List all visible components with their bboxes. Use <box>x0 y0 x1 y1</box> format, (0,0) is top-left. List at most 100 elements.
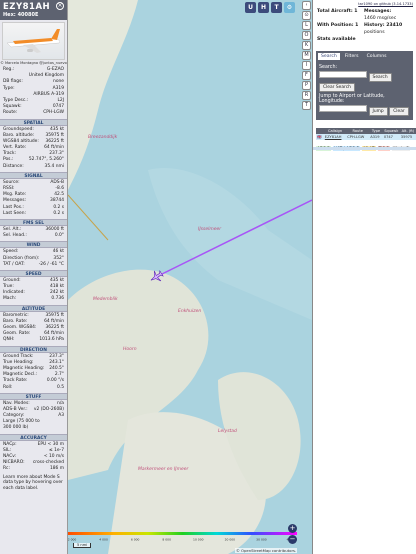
tab-columns[interactable]: Columns <box>364 53 390 60</box>
map-attribution[interactable]: © OpenStreetMap contributors. <box>235 548 298 553</box>
type-cell: A319 <box>369 134 383 140</box>
collapse-panel-button[interactable]: ‹ <box>302 1 311 10</box>
info-row: QNH: 1013.6 hPa <box>0 337 67 343</box>
stats-available[interactable]: Stats available <box>313 36 416 43</box>
toggle-l-button[interactable]: L <box>302 21 311 30</box>
toggle-m-button[interactable]: M <box>302 51 311 60</box>
info-footer: Learn more about Mode S data type by hov… <box>3 474 63 491</box>
toggle-o-button[interactable]: O <box>302 31 311 40</box>
info-value: 0.5 <box>57 384 64 390</box>
search-input[interactable] <box>319 71 367 78</box>
legend-tick: 6 000 <box>131 538 140 542</box>
info-row: Sel. Head.: 0.0° <box>0 233 67 239</box>
info-label: Last Seen: <box>3 210 26 216</box>
messages-value: 1460 msg/sec <box>364 16 397 21</box>
info-value: -26 / -61 °C <box>38 261 64 267</box>
info-value: 0.0° <box>54 233 64 239</box>
toggle-f-button[interactable]: F <box>302 71 311 80</box>
altitude-legend-svg: 2 0004 0006 0008 00010 00020 00030 00040… <box>68 532 300 542</box>
info-row: Distance: 35.4 nmi <box>0 164 67 170</box>
route-cell: CPH-LGW <box>346 134 370 140</box>
info-label: QNH: <box>3 337 15 343</box>
map-canvas[interactable]: Breezanddijk IJsselmeer Medemblik Enkhui… <box>68 0 312 554</box>
section-header-spatial: SPATIAL <box>0 118 67 126</box>
github-link[interactable]: tar1090 on github (3.14.1733) <box>313 0 416 8</box>
info-label: Distance: <box>3 163 24 169</box>
search-button[interactable]: Search <box>368 73 392 82</box>
info-value: 0.736 <box>51 296 64 302</box>
settings-gear-icon[interactable]: ⚙ <box>284 2 295 13</box>
section-header-stuff: STUFF <box>0 392 67 400</box>
zoom-out-button[interactable]: − <box>288 535 297 544</box>
clear-search-button[interactable]: Clear Search <box>319 83 355 92</box>
stats-row-1: Total Aircraft: 1 Messages: <box>313 8 416 15</box>
map-label: Lelystad <box>218 428 237 434</box>
info-label: Route: <box>3 110 18 116</box>
info-value: 0.2 s <box>53 210 64 216</box>
section-header-signal: SIGNAL <box>0 171 67 179</box>
horizontal-scrollbar[interactable] <box>313 147 416 150</box>
zoom-controls: + − <box>288 524 297 546</box>
basics-list: Reg.: G-EZAO United Kingdom DB flags: none Ty… <box>0 67 67 117</box>
photo-credit: © Marcelo Montagna @juntos_nuevo <box>0 61 67 65</box>
toggle-t-button[interactable]: T <box>271 2 282 13</box>
section-header-altitude: ALTITUDE <box>0 304 67 312</box>
tab-filters[interactable]: Filters <box>342 53 362 60</box>
altitude-legend: 2 0004 0006 0008 00010 00020 00030 00040… <box>68 532 300 542</box>
map-vertical-toolbar: ‹ ⊙ L O K M I F P R T <box>301 0 312 554</box>
zoom-in-button[interactable]: + <box>288 524 297 533</box>
history-value: positions <box>364 30 385 35</box>
toggle-r-button[interactable]: R <box>302 91 311 100</box>
airplane-photo-image <box>6 29 60 53</box>
map-label: Enkhuizen <box>178 308 201 314</box>
legend-tick: 4 000 <box>99 538 108 542</box>
alt-cell: 35975 <box>399 134 416 140</box>
info-row: Last Seen: 0.2 s <box>0 211 67 217</box>
total-aircraft: Total Aircraft: 1 <box>317 9 358 14</box>
section-header-speed: SPEED <box>0 269 67 277</box>
map-view[interactable]: Breezanddijk IJsselmeer Medemblik Enkhui… <box>68 0 312 554</box>
toggle-p-button[interactable]: P <box>302 81 311 90</box>
legend-tick: 2 000 <box>68 538 76 542</box>
aircraft-photo[interactable] <box>2 22 65 60</box>
stats-row-2: With Position: 1 History: 23410 <box>313 22 416 29</box>
info-row: Route: CPH-LGW <box>0 110 67 116</box>
toggle-u-button[interactable]: U <box>245 2 256 13</box>
toggle-k-button[interactable]: K <box>302 41 311 50</box>
info-value: A3 <box>58 413 64 419</box>
center-button[interactable]: ⊙ <box>302 11 311 20</box>
messages-label: Messages: <box>364 9 392 14</box>
info-label: TAT / OAT: <box>3 261 25 267</box>
close-icon[interactable]: × <box>56 2 64 10</box>
info-sections: SPATIAL Groundspeed: 435 kt Baro. altitude:… <box>0 118 67 473</box>
info-label: Mach: <box>3 296 17 302</box>
toggle-t2-button[interactable]: T <box>302 101 311 110</box>
info-label: Type: <box>3 85 15 91</box>
history-label: History: 23410 <box>364 23 403 28</box>
hex-code: Hex: 40080E <box>3 12 39 18</box>
info-value: 1013.6 hPa <box>39 337 64 343</box>
info-label: Reg.: <box>3 67 15 72</box>
jump-button[interactable]: Jump <box>368 107 388 116</box>
map-top-buttons: U H T ⚙ <box>245 2 295 13</box>
tab-search[interactable]: Search <box>318 53 340 60</box>
jump-input[interactable] <box>319 105 367 112</box>
info-label: 300 000 lb) <box>3 425 29 431</box>
legend-tick: 8 000 <box>162 538 171 542</box>
aircraft-table: Callsign Route Type Squawk Alt. (ft) 🇬🇧 EZY8… <box>316 128 416 140</box>
info-value: CPH-LGW <box>43 110 64 116</box>
with-position: With Position: 1 <box>317 23 359 28</box>
map-label: Medemblik <box>93 296 118 302</box>
toggle-h-button[interactable]: H <box>258 2 269 13</box>
stats-row-1b: 1460 msg/sec <box>313 15 416 22</box>
callsign-cell[interactable]: EZY81AH <box>323 134 347 140</box>
table-row[interactable]: 🇬🇧 EZY81AH CPH-LGW A319 0747 35975 <box>316 134 416 140</box>
toggle-i-button[interactable]: I <box>302 61 311 70</box>
clear-jump-button[interactable]: Clear <box>389 107 409 116</box>
section-header-accuracy: ACCURACY <box>0 433 67 441</box>
info-row: Roll: 0.5 <box>0 385 67 391</box>
sidebar: tar1090 on github (3.14.1733) Total Airc… <box>312 0 416 554</box>
map-label: Hoorn <box>123 346 137 352</box>
jump-label: Jump to Airport or Latitude, Longitude: <box>319 94 385 104</box>
sidebar-tabs: Search Filters Columns <box>316 51 413 62</box>
